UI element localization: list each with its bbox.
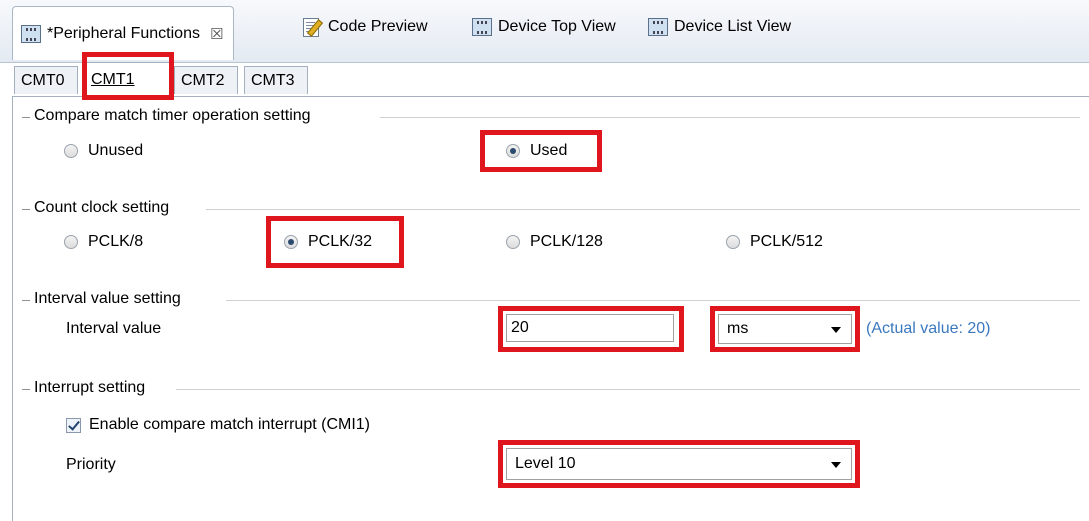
group-divider [206, 209, 1080, 210]
checkbox-label: Enable compare match interrupt (CMI1) [89, 416, 370, 433]
tab-label: Code Preview [328, 18, 428, 35]
radio-circle [64, 235, 78, 249]
group-title-interrupt: Interrupt setting [30, 379, 152, 397]
peripheral-functions-icon [21, 24, 41, 43]
group-title-operation: Compare match timer operation setting [30, 107, 317, 125]
editor-tab-bar: *Peripheral Functions ☒ Code Preview Dev… [0, 0, 1089, 63]
group-divider [22, 389, 30, 390]
tab-label: CMT0 [21, 71, 65, 89]
priority-select[interactable]: Level 10 [506, 448, 852, 480]
tab-label: CMT3 [251, 71, 295, 89]
radio-pclk-128[interactable]: PCLK/128 [506, 233, 603, 251]
radio-circle [726, 235, 740, 249]
chevron-down-icon [831, 462, 841, 468]
tab-device-top-view[interactable]: Device Top View [472, 8, 616, 46]
radio-used[interactable]: Used [506, 142, 567, 160]
radio-label: Used [530, 142, 568, 159]
group-title-interval: Interval value setting [30, 290, 187, 308]
interval-unit-select[interactable]: ms [718, 314, 852, 344]
radio-label: PCLK/512 [750, 233, 823, 250]
group-divider [22, 209, 30, 210]
radio-circle [506, 235, 520, 249]
radio-label: PCLK/128 [530, 233, 603, 250]
tab-label: *Peripheral Functions [47, 24, 200, 42]
tab-cmt1[interactable]: CMT1 [84, 62, 170, 96]
code-preview-icon [302, 17, 324, 37]
group-divider [22, 300, 30, 301]
radio-label: PCLK/8 [88, 233, 144, 250]
cmt-channel-tabs: CMT0 CMT1 CMT2 CMT3 [14, 62, 1089, 96]
radio-pclk-32[interactable]: PCLK/32 [284, 233, 372, 251]
chevron-down-icon [831, 327, 841, 333]
tab-label: Device List View [674, 18, 792, 35]
select-value: ms [727, 320, 749, 337]
device-top-view-icon [472, 18, 492, 36]
tab-cmt2[interactable]: CMT2 [174, 66, 238, 94]
close-icon[interactable]: ☒ [210, 25, 223, 43]
radio-circle-selected [506, 144, 520, 158]
tab-cmt3[interactable]: CMT3 [244, 66, 308, 94]
group-divider [380, 117, 1080, 118]
group-divider [176, 389, 1080, 390]
radio-circle-selected [284, 235, 298, 249]
radio-label: Unused [88, 142, 144, 159]
tab-label: CMT1 [91, 70, 135, 88]
radio-circle [64, 144, 78, 158]
radio-label: PCLK/32 [308, 233, 373, 250]
group-title-count-clock: Count clock setting [30, 199, 176, 217]
interval-value-input[interactable] [506, 314, 674, 342]
tab-label: CMT2 [181, 71, 225, 89]
radio-pclk-8[interactable]: PCLK/8 [64, 233, 143, 251]
device-list-view-icon [648, 18, 668, 36]
radio-unused[interactable]: Unused [64, 142, 143, 160]
group-divider [226, 300, 1080, 301]
priority-label: Priority [66, 456, 116, 473]
tab-peripheral-functions[interactable]: *Peripheral Functions ☒ [12, 6, 235, 60]
actual-value-text: (Actual value: 20) [866, 320, 991, 337]
checkbox-checked-icon [66, 417, 81, 433]
tab-cmt0[interactable]: CMT0 [14, 66, 78, 94]
interval-value-label: Interval value [66, 320, 162, 337]
select-value: Level 10 [515, 455, 576, 472]
tab-device-list-view[interactable]: Device List View [648, 8, 791, 46]
tab-code-preview[interactable]: Code Preview [302, 8, 428, 46]
enable-interrupt-checkbox[interactable]: Enable compare match interrupt (CMI1) [66, 416, 370, 434]
group-divider [22, 117, 30, 118]
radio-pclk-512[interactable]: PCLK/512 [726, 233, 823, 251]
tab-label: Device Top View [498, 18, 616, 35]
